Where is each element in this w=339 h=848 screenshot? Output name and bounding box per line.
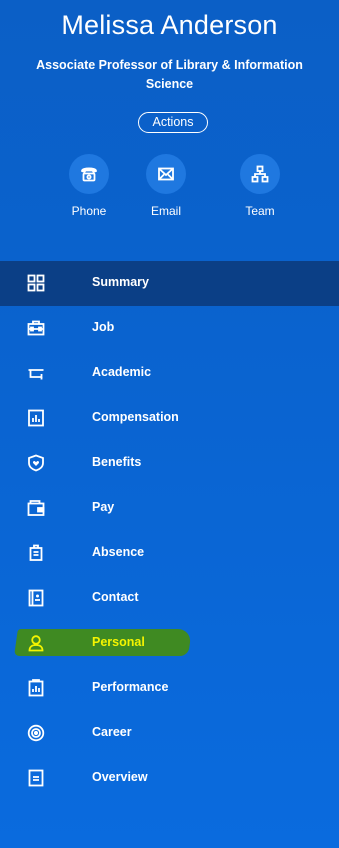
actions-button[interactable]: Actions [138, 112, 208, 133]
nav-label: Overview [92, 770, 148, 784]
envelope-icon [146, 154, 186, 194]
phone-icon [69, 154, 109, 194]
phone-label: Phone [71, 204, 107, 218]
briefcase-icon [26, 318, 46, 338]
nav-label: Pay [92, 500, 115, 514]
contact-book-icon [26, 588, 46, 608]
nav-label: Career [92, 725, 132, 739]
graduation-cap-icon [26, 363, 46, 383]
wallet-icon [26, 498, 46, 518]
nav-label: Contact [92, 590, 139, 604]
chart-icon [26, 408, 46, 428]
nav-label: Summary [92, 275, 149, 289]
nav-item-personal[interactable]: Personal [0, 621, 339, 666]
nav-item-summary[interactable]: Summary [0, 261, 339, 306]
org-chart-icon [240, 154, 280, 194]
nav-label: Job [92, 320, 115, 334]
nav-item-compensation[interactable]: Compensation [0, 396, 339, 441]
nav-item-pay[interactable]: Pay [0, 486, 339, 531]
team-label: Team [245, 204, 275, 218]
profile-title: Associate Professor of Library & Informa… [36, 58, 303, 91]
phone-button[interactable]: Phone [59, 154, 119, 218]
nav-item-benefits[interactable]: Benefits [0, 441, 339, 486]
target-icon [26, 723, 46, 743]
email-button[interactable]: Email [136, 154, 196, 218]
nav-label: Performance [92, 680, 169, 694]
grid-icon [26, 273, 46, 293]
nav-label: Academic [92, 365, 152, 379]
nav-item-job[interactable]: Job [0, 306, 339, 351]
profile-nav: Summary Job Academic Compensation Benefi… [0, 261, 339, 801]
nav-item-contact[interactable]: Contact [0, 576, 339, 621]
nav-item-career[interactable]: Career [0, 711, 339, 756]
email-label: Email [150, 204, 181, 218]
nav-label: Absence [92, 545, 145, 559]
nav-label: Compensation [92, 410, 179, 424]
shield-heart-icon [26, 453, 46, 473]
nav-item-performance[interactable]: Performance [0, 666, 339, 711]
nav-item-absence[interactable]: Absence [0, 531, 339, 576]
document-icon [26, 768, 46, 788]
profile-name: Melissa Anderson [61, 10, 278, 40]
clipboard-chart-icon [26, 678, 46, 698]
person-icon [26, 633, 46, 653]
nav-label: Benefits [92, 455, 142, 469]
nav-item-overview[interactable]: Overview [0, 756, 339, 801]
nav-item-academic[interactable]: Academic [0, 351, 339, 396]
nav-label: Personal [92, 635, 145, 649]
team-button[interactable]: Team [230, 154, 290, 218]
luggage-icon [26, 543, 46, 563]
